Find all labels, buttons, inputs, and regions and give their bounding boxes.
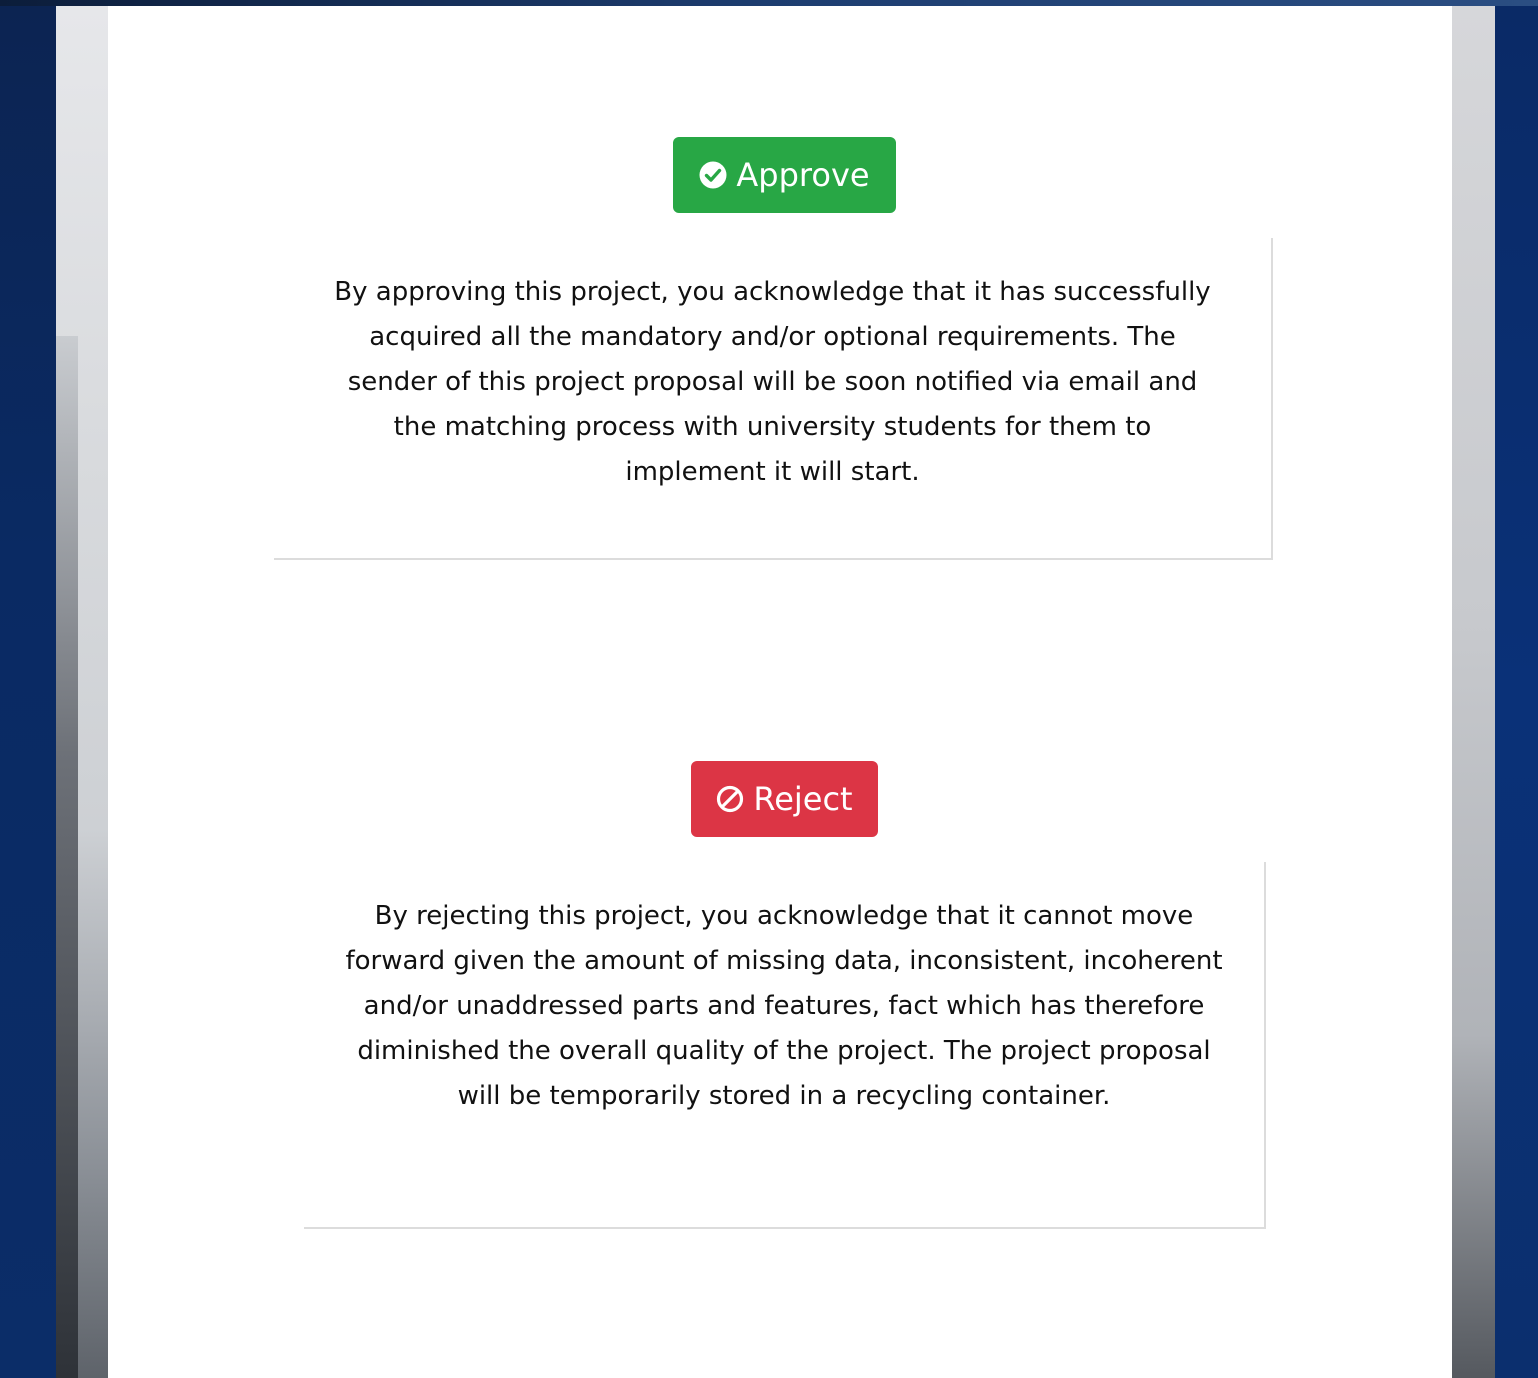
approve-description: By approving this project, you acknowled… xyxy=(274,238,1273,560)
approve-button[interactable]: Approve xyxy=(673,137,896,213)
background-photo-left xyxy=(56,6,108,1378)
background-right xyxy=(1495,0,1538,1378)
background-left xyxy=(0,0,56,1378)
ban-icon xyxy=(716,785,744,813)
reject-button[interactable]: Reject xyxy=(691,761,878,837)
background-photo-right xyxy=(1452,6,1495,1378)
review-card: Approve By approving this project, you a… xyxy=(108,6,1452,1378)
check-circle-icon xyxy=(699,161,727,189)
reject-button-label: Reject xyxy=(753,780,853,818)
reject-description: By rejecting this project, you acknowled… xyxy=(304,862,1266,1229)
approve-button-label: Approve xyxy=(736,156,870,194)
